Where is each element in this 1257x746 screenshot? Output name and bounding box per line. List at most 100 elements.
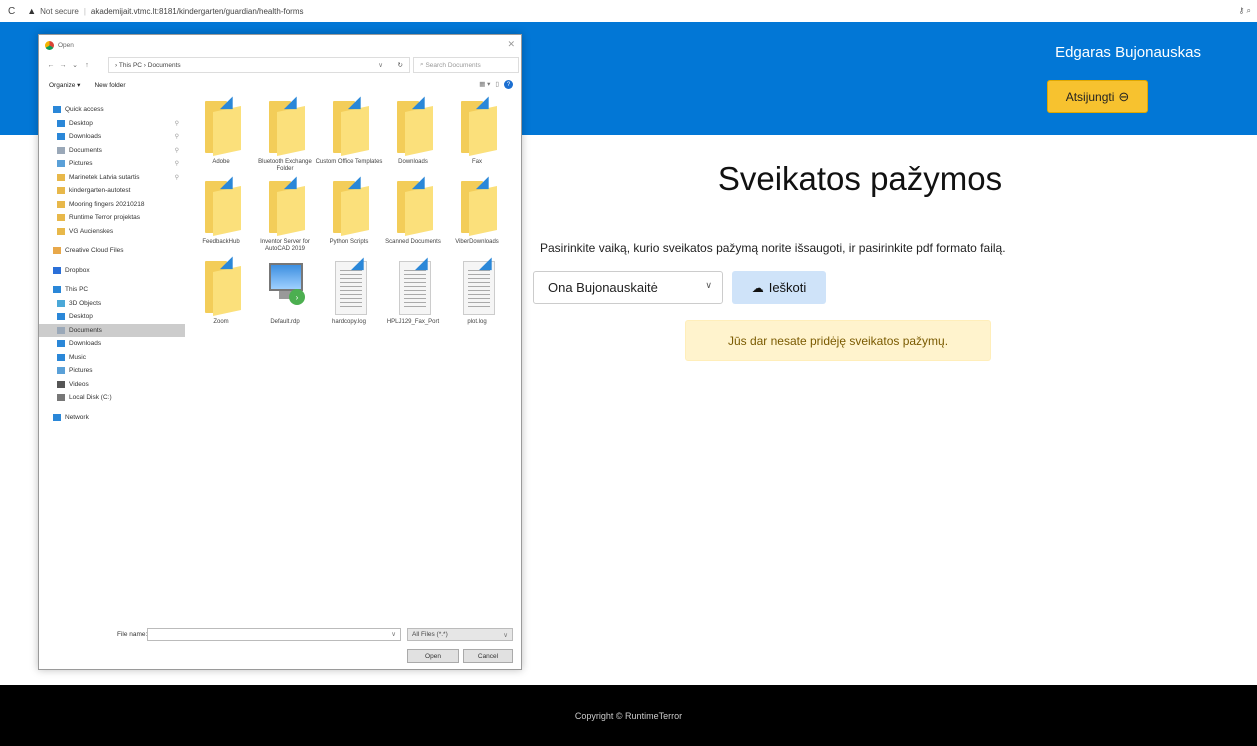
document-icon	[57, 326, 65, 334]
search-button[interactable]: ☁ Ieškoti	[732, 271, 826, 304]
dialog-search-input[interactable]: ⌕ Search Documents	[413, 57, 519, 73]
folder-shortcut-icon	[269, 96, 305, 156]
file-item[interactable]: Zoom	[189, 253, 253, 333]
nav-item[interactable]: Videos	[39, 378, 185, 391]
path-bar[interactable]: › This PC › Documents ∨ ↻	[108, 57, 410, 73]
file-item[interactable]: HPLJ129_Fax_Port	[381, 253, 445, 333]
text-file-icon	[463, 257, 499, 315]
nav-item-label: Documents	[69, 326, 102, 334]
logout-button[interactable]: Atsijungti ⊖	[1047, 80, 1148, 113]
warning-icon: ▲	[27, 6, 37, 16]
nav-item[interactable]: Desktop ⚲	[39, 117, 185, 130]
nav-item-label: Downloads	[69, 133, 102, 140]
file-name: Fax	[471, 159, 482, 165]
folder-icon	[57, 214, 65, 221]
folder-icon	[57, 187, 65, 194]
help-icon[interactable]: ?	[504, 80, 513, 89]
nav-item[interactable]: Runtime Terror projektas	[39, 211, 185, 224]
nav-item[interactable]: Network	[39, 411, 185, 424]
nav-item[interactable]: Downloads ⚲	[39, 130, 185, 143]
pin-icon: ⚲	[174, 174, 179, 181]
file-item[interactable]: › Default.rdp	[253, 253, 317, 333]
picture-icon	[57, 367, 65, 374]
nav-item[interactable]: Music	[39, 351, 185, 364]
reload-icon[interactable]: C	[8, 6, 15, 17]
file-name: Custom Office Templates	[315, 159, 383, 165]
pin-icon: ⚲	[174, 134, 179, 140]
chevron-down-icon[interactable]: ∨	[391, 630, 396, 638]
nav-item[interactable]: Documents	[39, 323, 185, 337]
child-select[interactable]: Ona Bujonauskaitė ∨	[533, 271, 723, 304]
back-icon[interactable]: ←	[45, 62, 57, 69]
open-button[interactable]: Open	[407, 649, 459, 663]
nav-item[interactable]: Marinetek Latvia sutartis ⚲	[39, 171, 185, 184]
security-status[interactable]: Not secure	[40, 7, 79, 16]
text-file-icon	[399, 257, 435, 315]
nav-item-label: Desktop	[69, 119, 93, 127]
nav-item[interactable]: Pictures	[39, 364, 185, 377]
refresh-icon[interactable]: ↻	[398, 61, 403, 69]
page-title: Sveikatos pažymos	[717, 160, 1003, 197]
nav-item[interactable]: Local Disk (C:)	[39, 391, 185, 404]
file-item[interactable]: Fax	[445, 93, 509, 173]
dialog-title-bar: Open	[45, 41, 74, 50]
chevron-down-icon[interactable]: ∨	[378, 61, 383, 69]
preview-pane-icon[interactable]: ▯	[495, 80, 499, 89]
file-item[interactable]: Custom Office Templates	[316, 93, 382, 173]
nav-item[interactable]: VG Aucienskes	[39, 225, 185, 238]
file-item[interactable]: Inventor Server for AutoCAD 2019	[253, 173, 317, 253]
navigation-pane: Quick access Desktop ⚲ Downloads ⚲ Documents ⚲…	[39, 103, 185, 573]
file-item[interactable]: plot.log	[445, 253, 509, 333]
file-item[interactable]: Adobe	[189, 93, 253, 173]
close-icon[interactable]: ✕	[507, 39, 515, 50]
new-folder-button[interactable]: New folder	[94, 82, 125, 89]
chevron-down-icon: ∨	[705, 280, 712, 290]
file-item[interactable]: ViberDownloads	[445, 173, 509, 253]
pin-icon: ⚲	[174, 161, 179, 167]
file-name: FeedbackHub	[202, 239, 240, 245]
nav-item[interactable]: Mooring fingers 20210218	[39, 198, 185, 211]
nav-item[interactable]: kindergarten-autotest	[39, 184, 185, 197]
nav-item[interactable]: Desktop	[39, 310, 185, 323]
chrome-icon	[45, 41, 54, 50]
folder-shortcut-icon	[397, 176, 433, 236]
file-name: HPLJ129_Fax_Port	[386, 319, 440, 325]
cancel-button[interactable]: Cancel	[463, 649, 513, 663]
video-icon	[57, 380, 65, 388]
path-text: › This PC › Documents	[115, 61, 181, 69]
document-icon	[57, 146, 65, 154]
file-type-select[interactable]: All Files (*.*) ∨	[407, 628, 513, 641]
nav-item[interactable]: Creative Cloud Files	[39, 244, 185, 257]
cloud-folder-icon	[53, 247, 61, 254]
file-item[interactable]: Scanned Documents	[381, 173, 445, 253]
nav-item[interactable]: Pictures ⚲	[39, 157, 185, 170]
view-controls: ▦ ▾ ▯ ?	[479, 80, 513, 89]
file-item[interactable]: Python Scripts	[317, 173, 381, 253]
file-item[interactable]: Bluetooth Exchange Folder	[253, 93, 317, 173]
nav-item[interactable]: Documents ⚲	[39, 144, 185, 157]
music-icon	[57, 353, 65, 361]
up-icon[interactable]: ↑	[81, 62, 93, 69]
file-type-value: All Files (*.*)	[412, 631, 448, 638]
nav-item[interactable]: 3D Objects	[39, 297, 185, 310]
nav-item[interactable]: Quick access	[39, 103, 185, 116]
nav-item-label: 3D Objects	[69, 299, 102, 307]
address-bar[interactable]: akademijait.vtmc.lt:8181/kindergarten/gu…	[91, 7, 304, 16]
nav-item-label: Videos	[69, 380, 89, 388]
folder-shortcut-icon	[461, 96, 497, 156]
forward-icon[interactable]: →	[57, 62, 69, 69]
file-name: ViberDownloads	[455, 239, 499, 245]
view-options-icon[interactable]: ▦ ▾	[479, 80, 490, 89]
file-name-input[interactable]: ∨	[147, 628, 401, 641]
key-icon[interactable]: ⚷ ⌕	[1238, 6, 1251, 16]
file-item[interactable]: FeedbackHub	[189, 173, 253, 253]
organize-button[interactable]: Organize ▾	[49, 81, 80, 89]
nav-item[interactable]: Downloads	[39, 337, 185, 350]
dropbox-icon	[53, 266, 61, 274]
nav-item[interactable]: Dropbox	[39, 264, 185, 277]
recent-dropdown-icon[interactable]: ⌄	[69, 61, 81, 69]
file-item[interactable]: Downloads	[381, 93, 445, 173]
nav-item[interactable]: This PC	[39, 283, 185, 296]
file-item[interactable]: hardcopy.log	[317, 253, 381, 333]
empty-alert: Jūs dar nesate pridėję sveikatos pažymų.	[685, 320, 991, 361]
